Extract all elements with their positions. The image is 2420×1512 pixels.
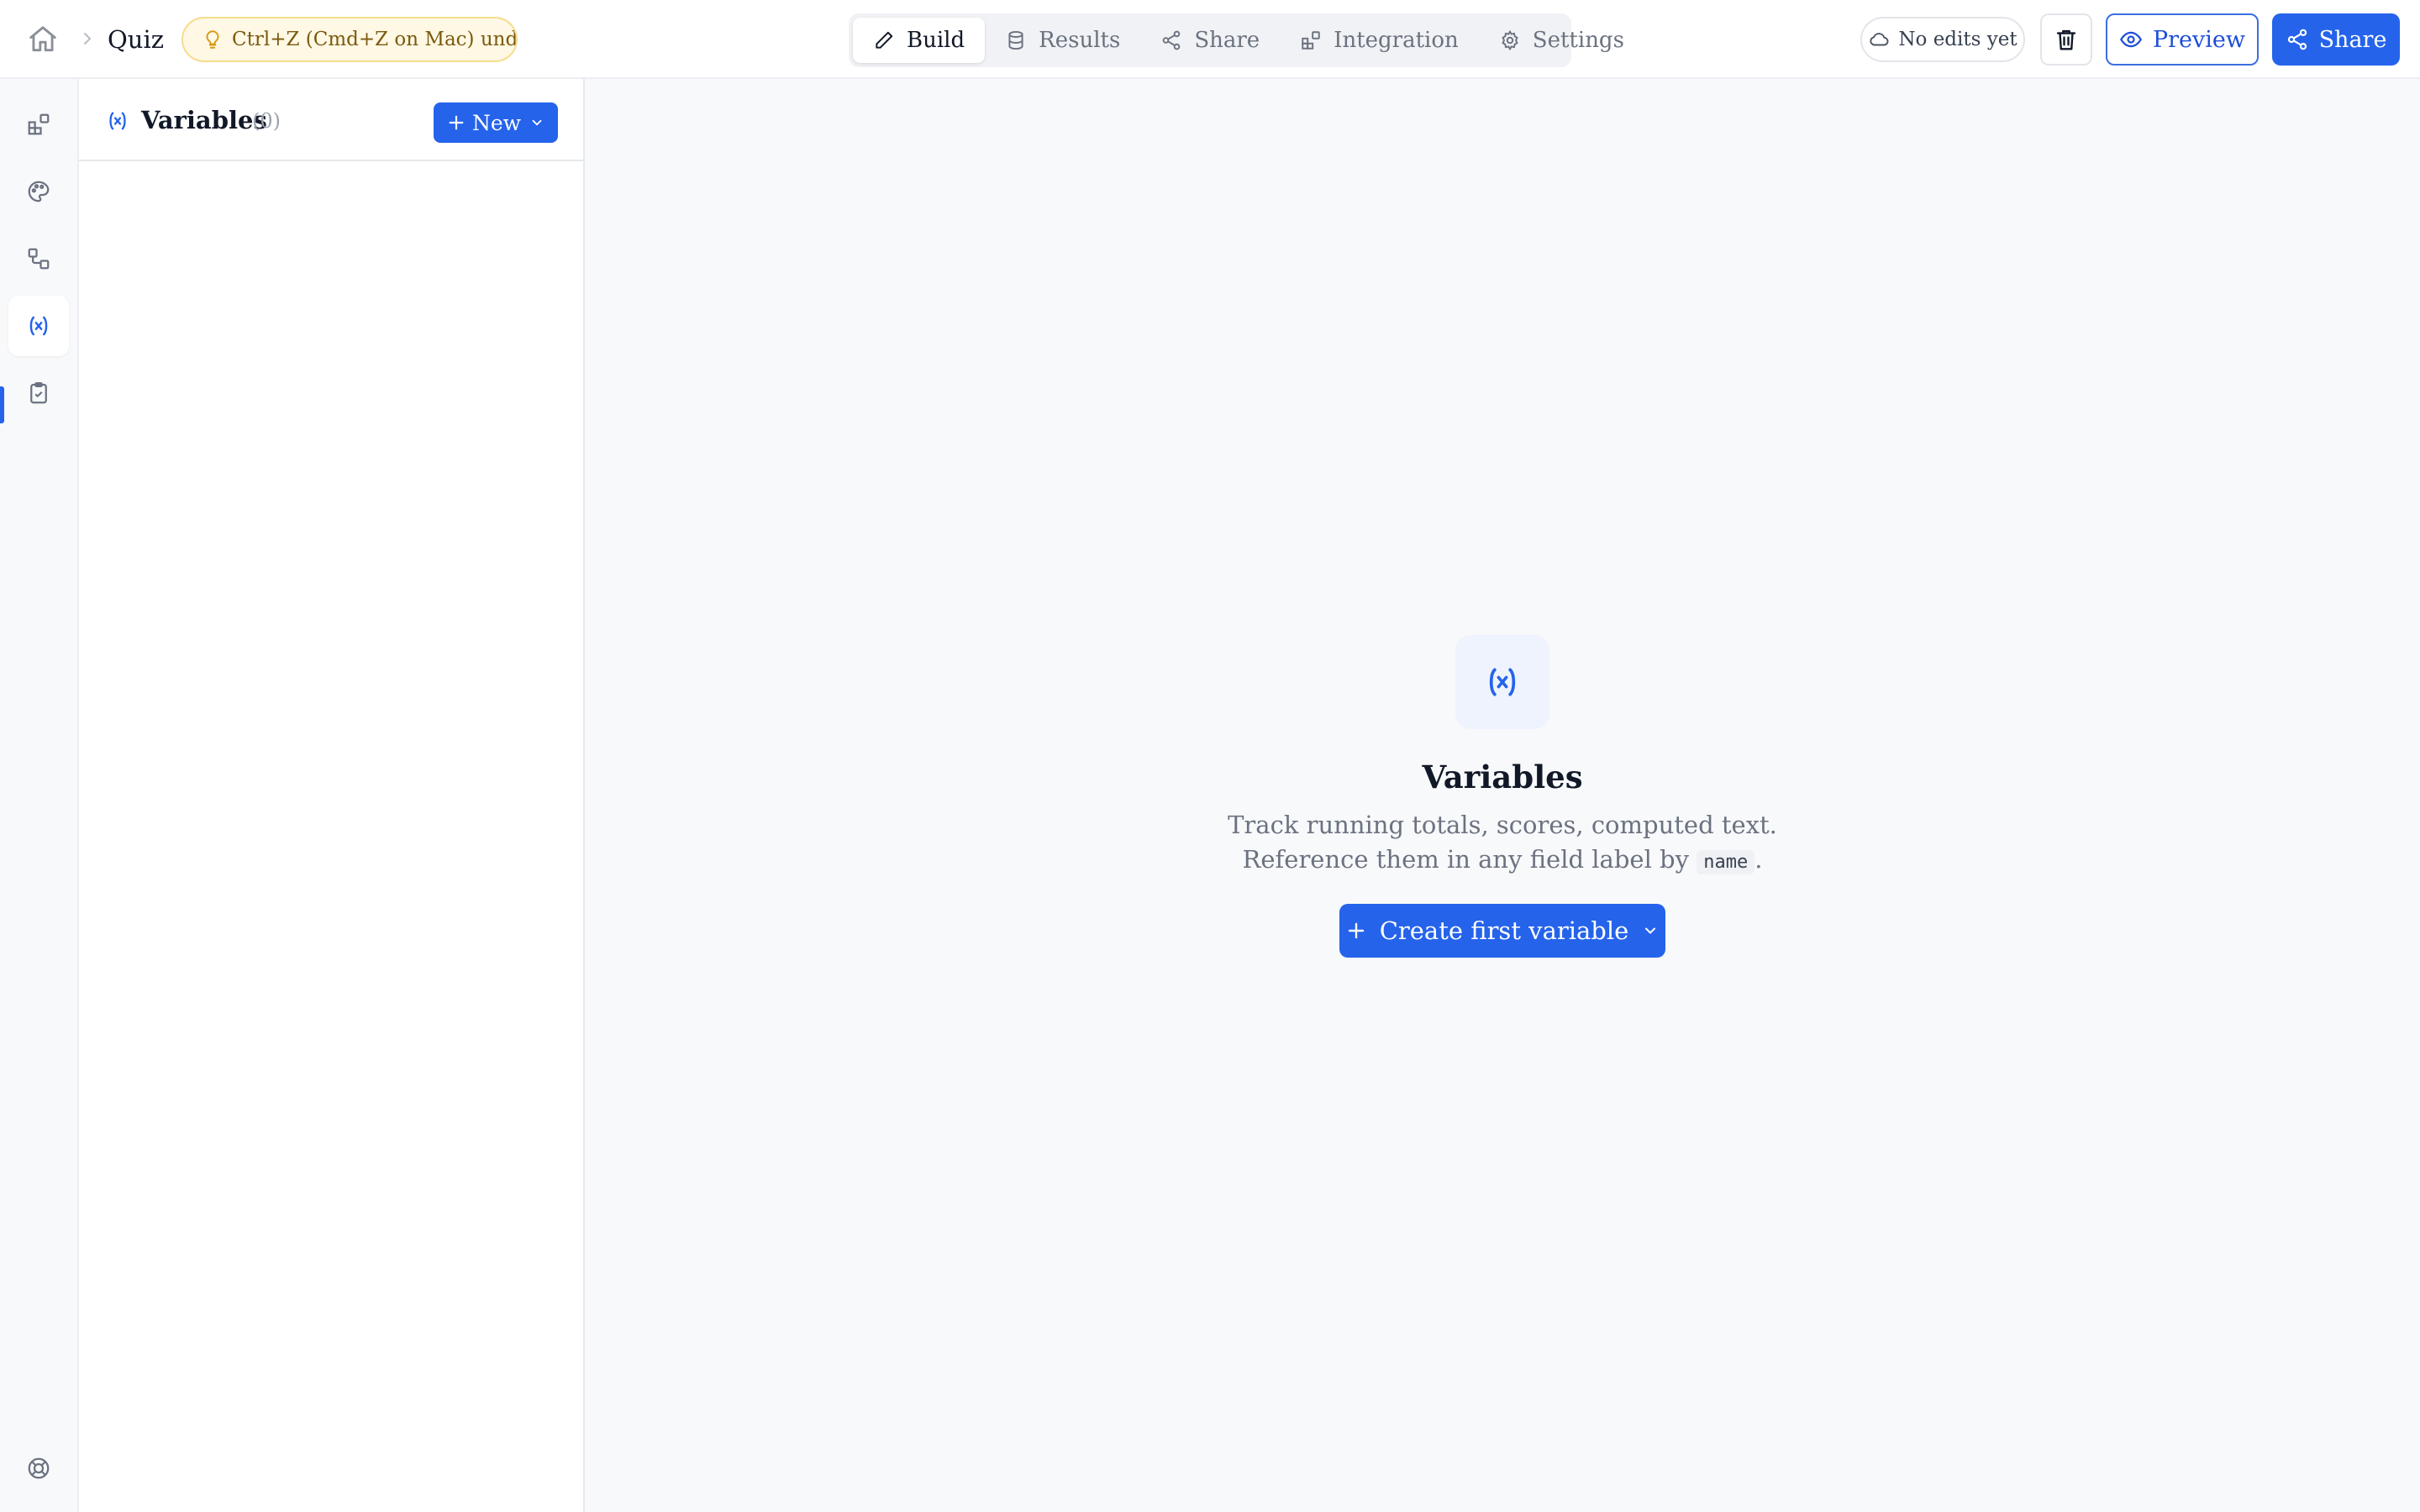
undo-tip-badge[interactable]: Ctrl+Z (Cmd+Z on Mac) undo...: [182, 17, 518, 62]
new-button-label: New: [471, 110, 522, 135]
tip-text: Ctrl+Z (Cmd+Z on Mac) undo...: [232, 29, 518, 50]
description-text: Track running totals, scores, computed t…: [1228, 811, 1777, 874]
tab-label: Results: [1039, 28, 1121, 53]
create-button-label: Create first variable: [1379, 916, 1629, 945]
plus-icon: [447, 113, 466, 132]
database-icon: [1005, 29, 1027, 51]
tab-label: Integration: [1334, 28, 1459, 53]
rail-item-theme[interactable]: [8, 161, 69, 222]
share-button[interactable]: Share: [2272, 13, 2400, 66]
chevron-down-icon: [529, 115, 544, 130]
rail-item-help[interactable]: [8, 1438, 69, 1499]
plus-icon: [1346, 921, 1366, 941]
blocks-icon: [26, 112, 51, 137]
main-tabs: Build Results Share Integration Settings: [849, 13, 1624, 67]
workflow-icon: [26, 246, 51, 271]
share-icon: [2286, 28, 2319, 51]
new-variable-button[interactable]: New: [434, 102, 558, 143]
variable-icon: [26, 313, 51, 339]
variables-panel: Variables (0) New: [79, 79, 585, 1512]
empty-state-icon-box: [1455, 635, 1549, 729]
panel-title: Variables: [141, 106, 267, 134]
tab-integration[interactable]: Integration: [1280, 18, 1479, 63]
share-label: Share: [2318, 26, 2387, 53]
rail-item-blocks[interactable]: [8, 94, 69, 155]
lightbulb-icon: [202, 29, 224, 50]
tab-label: Settings: [1532, 28, 1624, 53]
share-icon: [1160, 29, 1182, 51]
empty-state-title: Variables: [1422, 759, 1583, 795]
preview-label: Preview: [2152, 26, 2246, 53]
variables-count: (0): [252, 109, 281, 133]
description-suffix: .: [1754, 845, 1763, 874]
rail-item-variables[interactable]: [8, 296, 69, 356]
tab-label: Share: [1194, 28, 1260, 53]
tab-build[interactable]: Build: [853, 18, 986, 63]
palette-icon: [26, 179, 51, 204]
chevron-down-icon: [1642, 922, 1659, 939]
tab-results[interactable]: Results: [985, 18, 1140, 63]
create-first-variable-button[interactable]: Create first variable: [1339, 904, 1665, 958]
code-token: name: [1697, 850, 1755, 874]
save-status-badge: No edits yet: [1860, 17, 2025, 62]
preview-button[interactable]: Preview: [2106, 13, 2259, 66]
panel-header: Variables (0) New: [79, 79, 583, 161]
rail-item-checklist[interactable]: [8, 363, 69, 423]
clipboard-check-icon: [26, 381, 51, 406]
chevron-right-icon: [77, 29, 97, 49]
gear-icon: [1499, 29, 1521, 51]
top-bar: Quiz Ctrl+Z (Cmd+Z on Mac) undo... Build…: [0, 0, 2420, 79]
cloud-icon: [1868, 29, 1890, 50]
lifebuoy-icon: [26, 1456, 51, 1481]
pencil-icon: [873, 29, 895, 51]
eye-icon: [2119, 28, 2153, 51]
blocks-icon: [1300, 29, 1322, 51]
variable-icon: [1484, 664, 1521, 701]
tab-settings[interactable]: Settings: [1479, 18, 1644, 63]
empty-state-description: Track running totals, scores, computed t…: [1166, 808, 1839, 879]
rail-item-logic[interactable]: [8, 228, 69, 289]
left-rail: [0, 79, 79, 1512]
active-indicator: [0, 386, 4, 423]
home-icon[interactable]: [27, 24, 59, 55]
variable-icon: [106, 109, 129, 133]
delete-button[interactable]: [2040, 13, 2092, 66]
tab-label: Build: [907, 28, 965, 53]
tab-share[interactable]: Share: [1140, 18, 1280, 63]
trash-icon: [2054, 27, 2079, 52]
status-text: No edits yet: [1898, 29, 2018, 50]
form-title[interactable]: Quiz: [108, 22, 164, 57]
